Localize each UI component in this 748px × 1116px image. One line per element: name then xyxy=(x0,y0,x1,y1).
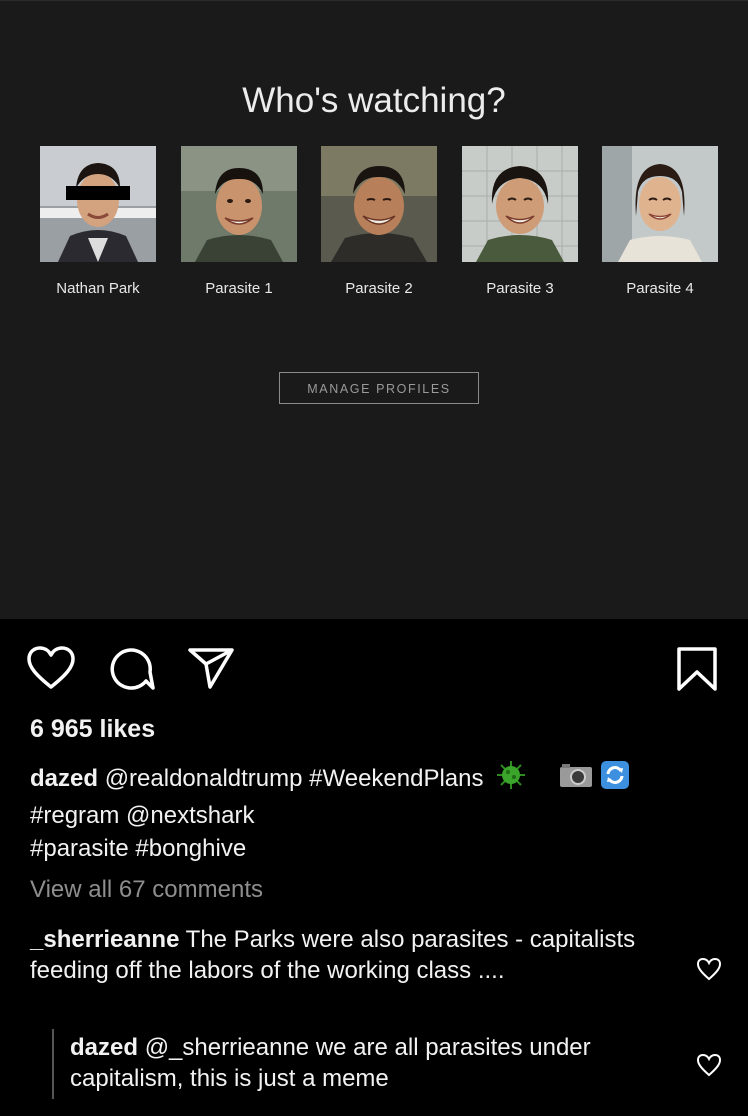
post-image: Who's watching? Nathan Park Parasite 1 P… xyxy=(0,0,748,619)
heart-icon[interactable] xyxy=(26,645,76,696)
view-all-comments-link[interactable]: View all 67 comments xyxy=(30,876,263,904)
comment-icon[interactable] xyxy=(106,645,156,698)
profile-name: Parasite 1 xyxy=(205,280,273,297)
profile-avatar xyxy=(462,146,578,262)
reply-thread-line xyxy=(52,1029,54,1099)
profile-name: Parasite 3 xyxy=(486,280,554,297)
virus-icon xyxy=(496,760,526,799)
share-icon[interactable] xyxy=(186,645,236,696)
caption-username[interactable]: dazed xyxy=(30,765,98,792)
page-title: Who's watching? xyxy=(242,81,506,120)
manage-profiles-button[interactable]: MANAGE PROFILES xyxy=(279,372,479,404)
profile-avatar xyxy=(602,146,718,262)
comment-text: @_sherrieanne we are all parasites under… xyxy=(70,1034,591,1092)
caption-line-2: #regram @nextshark xyxy=(30,802,255,829)
comment: _sherrieanne The Parks were also parasit… xyxy=(30,924,650,986)
likes-count[interactable]: 6 965 likes xyxy=(30,715,155,744)
comment-username[interactable]: dazed xyxy=(70,1034,138,1061)
comment-reply: dazed @_sherrieanne we are all parasites… xyxy=(70,1032,650,1094)
profile-avatar xyxy=(321,146,437,262)
repeat-icon xyxy=(600,760,630,799)
comment-like-heart-icon[interactable] xyxy=(696,1053,722,1082)
post-footer: 6 965 likes dazed @realdonaldtrump #Week… xyxy=(0,619,748,1116)
profile-parasite-1[interactable]: Parasite 1 xyxy=(179,146,299,297)
profile-nathan-park[interactable]: Nathan Park xyxy=(38,146,158,297)
caption: dazed @realdonaldtrump #WeekendPlans #re… xyxy=(30,760,710,865)
caption-line-3: #parasite #bonghive xyxy=(30,835,247,862)
bookmark-icon[interactable] xyxy=(674,645,720,698)
comment-like-heart-icon[interactable] xyxy=(696,957,722,986)
profile-name: Parasite 4 xyxy=(626,280,694,297)
profile-parasite-3[interactable]: Parasite 3 xyxy=(460,146,580,297)
profile-name: Parasite 2 xyxy=(345,280,413,297)
profile-avatar xyxy=(181,146,297,262)
profile-avatar xyxy=(40,146,156,262)
camera-icon xyxy=(559,762,593,797)
comment-username[interactable]: _sherrieanne xyxy=(30,926,179,953)
profile-parasite-4[interactable]: Parasite 4 xyxy=(600,146,720,297)
profile-name: Nathan Park xyxy=(56,280,140,297)
caption-line-1: @realdonaldtrump #WeekendPlans xyxy=(104,764,484,792)
profile-parasite-2[interactable]: Parasite 2 xyxy=(319,146,439,297)
